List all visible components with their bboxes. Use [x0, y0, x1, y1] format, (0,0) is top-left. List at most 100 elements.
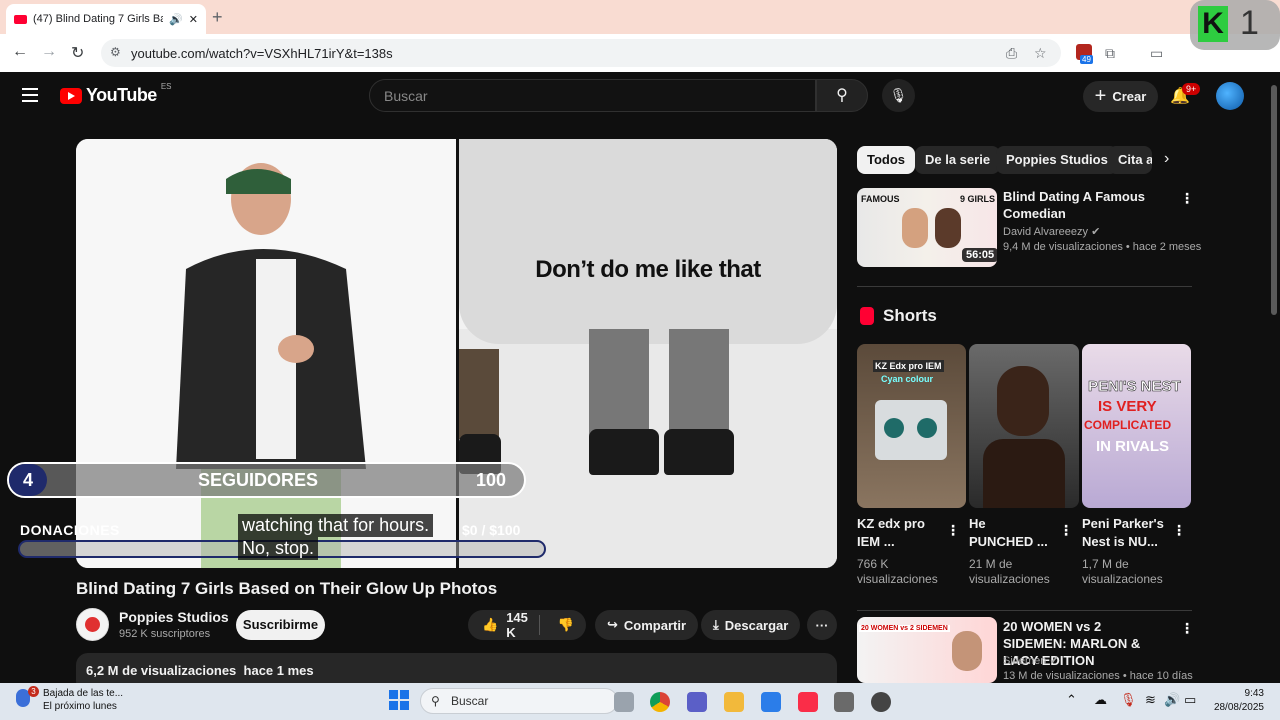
short-3-thumb-text-3: COMPLICATED — [1084, 418, 1172, 432]
video-right-panel: Don’t do me like that — [459, 139, 837, 568]
youtube-play-icon — [60, 87, 82, 104]
search-input[interactable]: Buscar — [369, 79, 816, 112]
short-1-thumb-text-2: Cyan colour — [881, 374, 934, 384]
verified-icon: ✔ — [1091, 226, 1101, 238]
weather-subtitle: El próximo lunes — [43, 701, 117, 712]
voice-search-button[interactable]: 🎙 — [882, 79, 915, 112]
subscribe-button[interactable]: Suscribirme — [236, 610, 325, 640]
back-arrow-icon[interactable]: ← — [12, 43, 28, 61]
battery-icon[interactable]: ▭ — [1184, 692, 1196, 708]
youtube-logo[interactable]: YouTube ES — [60, 82, 172, 106]
short-thumbnail-2[interactable] — [969, 344, 1079, 508]
chip-cita[interactable]: Cita a — [1108, 146, 1152, 174]
more-actions-button[interactable]: ··· — [807, 610, 837, 640]
followers-goal: 100 — [476, 470, 507, 490]
bookmark-star-icon[interactable]: ☆ — [1034, 45, 1047, 62]
share-button[interactable]: ↪ Compartir — [595, 610, 699, 640]
browser-tab[interactable]: (47) Blind Dating 7 Girls Based on Their… — [6, 4, 206, 34]
install-app-icon[interactable]: ⎙ — [1006, 45, 1017, 62]
account-avatar[interactable] — [1216, 82, 1244, 110]
short-3-menu-icon[interactable]: ⋮ — [1172, 522, 1186, 539]
divider — [857, 286, 1192, 287]
chip-todos[interactable]: Todos — [857, 146, 916, 174]
microphone-icon[interactable]: 🎙 — [1120, 692, 1137, 708]
short-1-title[interactable]: KZ edx pro IEM ... — [857, 515, 925, 551]
clock-time[interactable]: 9:43 — [1212, 688, 1264, 699]
taskbar-search[interactable]: ⚲ Buscar — [420, 688, 618, 714]
followers-label: SEGUIDORES — [198, 470, 319, 490]
short-2-menu-icon[interactable]: ⋮ — [1059, 522, 1073, 539]
menu-hamburger-icon[interactable] — [22, 88, 38, 102]
followers-count: 4 — [9, 464, 47, 496]
shorts-heading: Shorts — [883, 306, 937, 325]
top-video-thumbnail[interactable]: FAMOUS 9 GIRLS 56:05 — [857, 188, 997, 267]
search-button[interactable]: ⚲ — [816, 79, 868, 112]
extensions-puzzle-icon[interactable]: ⧉ — [1105, 45, 1115, 62]
extension-badge: 49 — [1080, 55, 1093, 64]
speaker-icon[interactable]: 🔊 — [169, 13, 183, 26]
create-button[interactable]: + Crear — [1083, 81, 1158, 112]
bottom-video-menu-icon[interactable]: ⋮ — [1180, 620, 1194, 637]
short-2-title[interactable]: He PUNCHED ... — [969, 515, 1048, 551]
site-info-icon[interactable]: ⚙ — [110, 45, 121, 59]
dislike-button[interactable]: 👎 — [546, 617, 586, 633]
download-button[interactable]: ⤓ Descargar — [701, 610, 801, 640]
channel-name[interactable]: Poppies Studios — [119, 609, 229, 625]
teams-icon[interactable] — [687, 692, 707, 712]
clock-date[interactable]: 28/08/2025 — [1204, 702, 1264, 713]
app-icon[interactable] — [834, 692, 854, 712]
bottom-video-channel[interactable]: Sidemen ✔ — [1003, 654, 1059, 667]
store-icon[interactable] — [761, 692, 781, 712]
subscriber-count: 952 K suscriptores — [119, 628, 211, 640]
short-3-thumb-text-4: IN RIVALS — [1096, 438, 1170, 455]
chip-poppies-studios[interactable]: Poppies Studios — [996, 146, 1118, 174]
short-3-thumb-text-2: IS VERY — [1098, 398, 1157, 415]
wifi-icon[interactable]: ≋ — [1145, 692, 1156, 708]
top-video-title[interactable]: Blind Dating A Famous Comedian — [1003, 188, 1168, 222]
short-3-thumb-text-1: PENI'S NEST — [1088, 378, 1181, 396]
chrome-icon[interactable] — [650, 692, 670, 712]
short-3-views: 1,7 M de visualizaciones — [1082, 557, 1163, 586]
new-tab-button[interactable]: + — [212, 7, 223, 28]
top-video-menu-icon[interactable]: ⋮ — [1180, 190, 1194, 207]
overlay-badge-number: 1 — [1240, 4, 1259, 42]
short-3-title[interactable]: Peni Parker's Nest is NU... — [1082, 515, 1164, 551]
volume-icon[interactable]: 🔊 — [1164, 692, 1180, 708]
music-icon[interactable] — [798, 692, 818, 712]
bottom-video-meta: 13 M de visualizaciones • hace 10 días — [1003, 670, 1193, 682]
weather-badge: 3 — [28, 686, 39, 697]
reload-icon[interactable]: ↻ — [71, 43, 84, 63]
share-icon: ↪ — [607, 617, 618, 632]
short-thumbnail-3[interactable]: PENI'S NEST IS VERY COMPLICATED IN RIVAL… — [1082, 344, 1191, 508]
youtube-wordmark: YouTube — [86, 85, 157, 105]
windows-start-icon[interactable] — [389, 690, 409, 710]
top-video-meta: 9,4 M de visualizaciones • hace 2 meses — [1003, 241, 1202, 253]
chevron-right-icon[interactable]: › — [1164, 150, 1169, 168]
bottom-video-thumbnail[interactable]: 20 WOMEN vs 2 SIDEMEN — [857, 617, 997, 683]
short-1-menu-icon[interactable]: ⋮ — [946, 522, 960, 539]
file-explorer-icon[interactable] — [724, 692, 744, 712]
short-thumbnail-1[interactable]: KZ Edx pro IEM Cyan colour — [857, 344, 966, 508]
chevron-up-icon[interactable]: ⌃ — [1066, 692, 1077, 708]
overlay-badge: K 1 — [1190, 0, 1280, 50]
weather-title[interactable]: Bajada de las te... — [43, 688, 123, 699]
caption-line-1: watching that for hours. — [238, 514, 434, 537]
short-2-views: 21 M de visualizaciones — [969, 557, 1050, 586]
page-scrollbar[interactable] — [1268, 75, 1280, 685]
reading-mode-icon[interactable]: ▭ — [1150, 45, 1163, 62]
close-tab-icon[interactable]: ✕ — [189, 13, 198, 26]
video-player[interactable]: Don’t do me like that — [76, 139, 837, 568]
cloud-icon[interactable]: ☁ — [1094, 692, 1107, 708]
plus-icon: + — [1094, 85, 1107, 107]
video-overlay-text: Don’t do me like that — [535, 256, 761, 283]
chip-de-la-serie[interactable]: De la serie — [915, 146, 1001, 174]
view-count: 6,2 M de visualizaciones — [86, 663, 237, 678]
channel-avatar[interactable] — [76, 608, 109, 641]
forward-arrow-icon[interactable]: → — [41, 43, 57, 61]
like-button[interactable]: 👍 145 K — [468, 610, 540, 640]
top-video-channel[interactable]: David Alvareeezy ✔ — [1003, 225, 1100, 238]
address-bar[interactable]: ⚙ youtube.com/watch?v=VSXhHL71irY&t=138s — [101, 39, 1061, 67]
task-view-icon[interactable] — [614, 692, 634, 712]
person-figure — [176, 163, 366, 568]
app-icon-2[interactable] — [871, 692, 891, 712]
